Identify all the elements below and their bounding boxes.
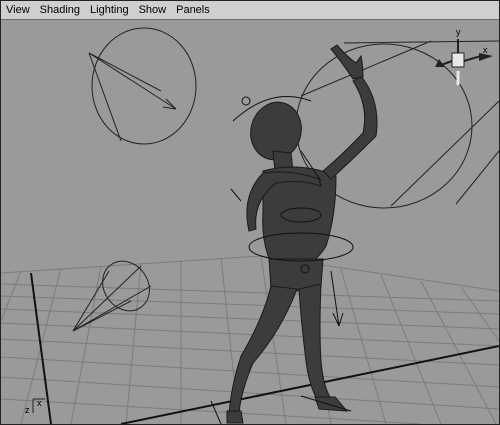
- menu-lighting[interactable]: Lighting: [85, 1, 134, 19]
- view-cube-y-label: y: [456, 27, 461, 37]
- menu-panels[interactable]: Panels: [171, 1, 215, 19]
- menu-shading[interactable]: Shading: [35, 1, 85, 19]
- view-cube-gizmo[interactable]: y x: [435, 27, 493, 85]
- corner-axis-z-label: z: [25, 405, 30, 415]
- menu-show[interactable]: Show: [134, 1, 172, 19]
- corner-axis-x-label: x: [37, 398, 42, 408]
- view-cube-x-label: x: [483, 45, 488, 55]
- panel-menubar: View Shading Lighting Show Panels: [1, 1, 499, 20]
- 3d-viewport[interactable]: y x z x: [1, 20, 499, 424]
- directional-light[interactable]: [88, 27, 197, 145]
- viewport-panel: View Shading Lighting Show Panels y x z …: [0, 0, 500, 425]
- menu-view[interactable]: View: [1, 1, 35, 19]
